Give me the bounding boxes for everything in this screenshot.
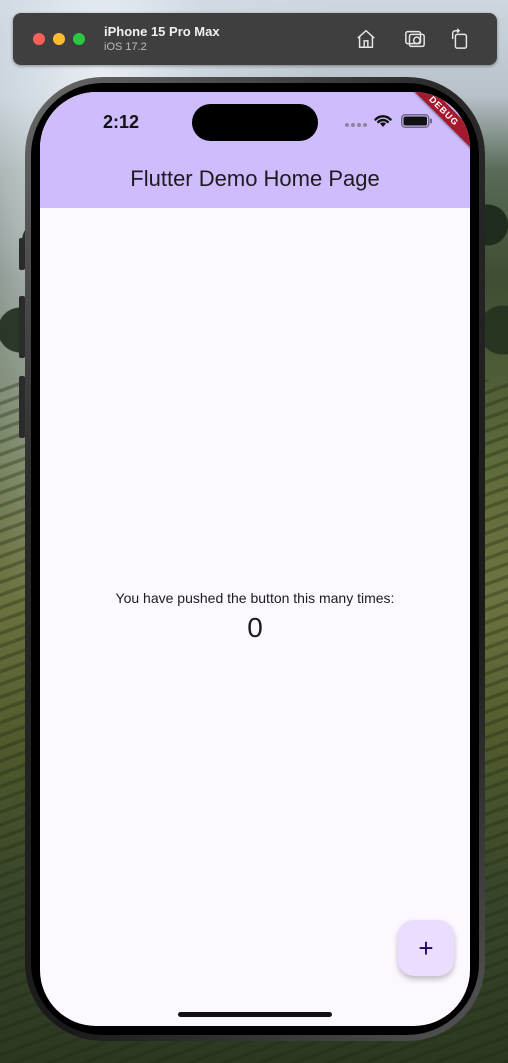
rotate-button[interactable] xyxy=(448,27,472,51)
wifi-icon xyxy=(374,115,392,127)
home-button[interactable] xyxy=(354,27,378,51)
os-version: iOS 17.2 xyxy=(104,41,147,53)
device-screen: 2:12 Flutter Demo Home Page DEBUG You ha… xyxy=(40,92,470,1026)
battery-icon xyxy=(401,114,432,128)
rotate-icon xyxy=(451,28,468,49)
close-window-button[interactable] xyxy=(33,33,45,45)
minimize-window-button[interactable] xyxy=(53,33,65,45)
device-name: iPhone 15 Pro Max xyxy=(104,24,220,39)
home-icon xyxy=(357,29,375,48)
action-button xyxy=(19,238,25,270)
signal-dots-icon xyxy=(345,123,367,127)
simulator-toolbar: iPhone 15 Pro Max iOS 17.2 xyxy=(13,13,497,65)
home-indicator[interactable] xyxy=(178,1012,332,1017)
status-time: 2:12 xyxy=(103,112,140,132)
add-icon: + xyxy=(418,933,434,963)
app-bar: 2:12 Flutter Demo Home Page DEBUG xyxy=(40,92,470,208)
page-title: Flutter Demo Home Page xyxy=(130,166,380,191)
volume-up-button xyxy=(19,296,25,358)
counter-label: You have pushed the button this many tim… xyxy=(115,590,395,606)
zoom-window-button[interactable] xyxy=(73,33,85,45)
increment-button[interactable]: + xyxy=(398,920,454,976)
screenshot-icon xyxy=(405,30,425,48)
volume-down-button xyxy=(19,376,25,438)
dynamic-island xyxy=(192,104,318,141)
counter-value: 0 xyxy=(247,612,263,643)
screenshot-button[interactable] xyxy=(403,27,427,51)
